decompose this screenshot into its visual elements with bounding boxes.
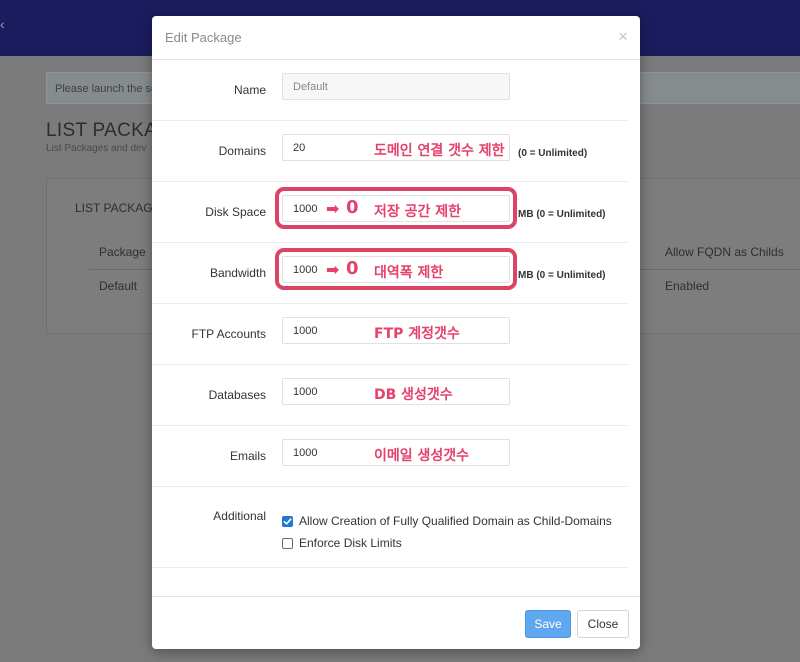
modal-footer: Save Close [152,596,640,649]
table-cell-package: Default [99,279,138,293]
disk-space-label: Disk Space [205,205,266,219]
name-input[interactable] [282,73,510,100]
modal-title: Edit Package [165,30,242,45]
emails-label: Emails [229,449,266,463]
close-button[interactable]: Close [577,610,629,638]
table-cell-allow-fqdn: Enabled [665,279,710,293]
domains-help: (0 = Unlimited) [518,148,588,159]
additional-label: Additional [213,509,266,523]
emails-annotation: 이메일 생성갯수 [374,448,470,464]
edit-package-modal: Edit Package × Name Domains 도메인 연결 갯수 제한… [152,16,640,649]
card-title: LIST PACKAGE [75,201,161,215]
name-label: Name [233,83,266,97]
chevron-left-icon[interactable]: ‹ [0,16,5,32]
table-header-package: Package [99,245,146,259]
databases-annotation: DB 생성갯수 [374,387,453,403]
form-row-additional: Additional Allow Creation of Fully Quali… [152,490,628,568]
bandwidth-highlight-box [275,248,517,290]
bandwidth-help: MB (0 = Unlimited) [518,270,606,281]
enforce-disk-limits-option[interactable]: Enforce Disk Limits [282,536,402,550]
bandwidth-label: Bandwidth [209,266,266,280]
enforce-disk-limits-checkbox[interactable] [282,537,293,549]
form-row-domains: Domains 도메인 연결 갯수 제한 (0 = Unlimited) [152,121,628,182]
disk-space-help: MB (0 = Unlimited) [518,209,606,220]
ftp-accounts-label: FTP Accounts [191,327,266,341]
checkmark-icon [283,517,292,525]
modal-header: Edit Package × [152,16,640,60]
form-row-ftp-accounts: FTP Accounts FTP 계정갯수 [152,304,628,365]
page-subtitle: List Packages and dev [46,143,147,154]
disk-space-highlight-box [275,187,517,229]
close-icon[interactable]: × [618,28,628,45]
allow-fqdn-checkbox[interactable] [282,515,293,527]
save-button[interactable]: Save [525,610,571,638]
allow-fqdn-option[interactable]: Allow Creation of Fully Qualified Domain… [282,514,612,528]
databases-label: Databases [208,388,266,402]
form-row-emails: Emails 이메일 생성갯수 [152,426,628,487]
form-row-disk-space: Disk Space ➡ 0 저장 공간 제한 MB (0 = Unlimite… [152,182,628,243]
domains-label: Domains [218,144,266,158]
domains-annotation: 도메인 연결 갯수 제한 [374,143,505,159]
form-row-name: Name [152,60,628,121]
table-header-allow-fqdn: Allow FQDN as Childs [665,245,784,259]
form-row-databases: Databases DB 생성갯수 [152,365,628,426]
allow-fqdn-label[interactable]: Allow Creation of Fully Qualified Domain… [299,514,612,528]
ftp-accounts-annotation: FTP 계정갯수 [374,326,460,342]
form-row-bandwidth: Bandwidth ➡ 0 대역폭 제한 MB (0 = Unlimited) [152,243,628,304]
enforce-disk-limits-label[interactable]: Enforce Disk Limits [299,536,402,550]
